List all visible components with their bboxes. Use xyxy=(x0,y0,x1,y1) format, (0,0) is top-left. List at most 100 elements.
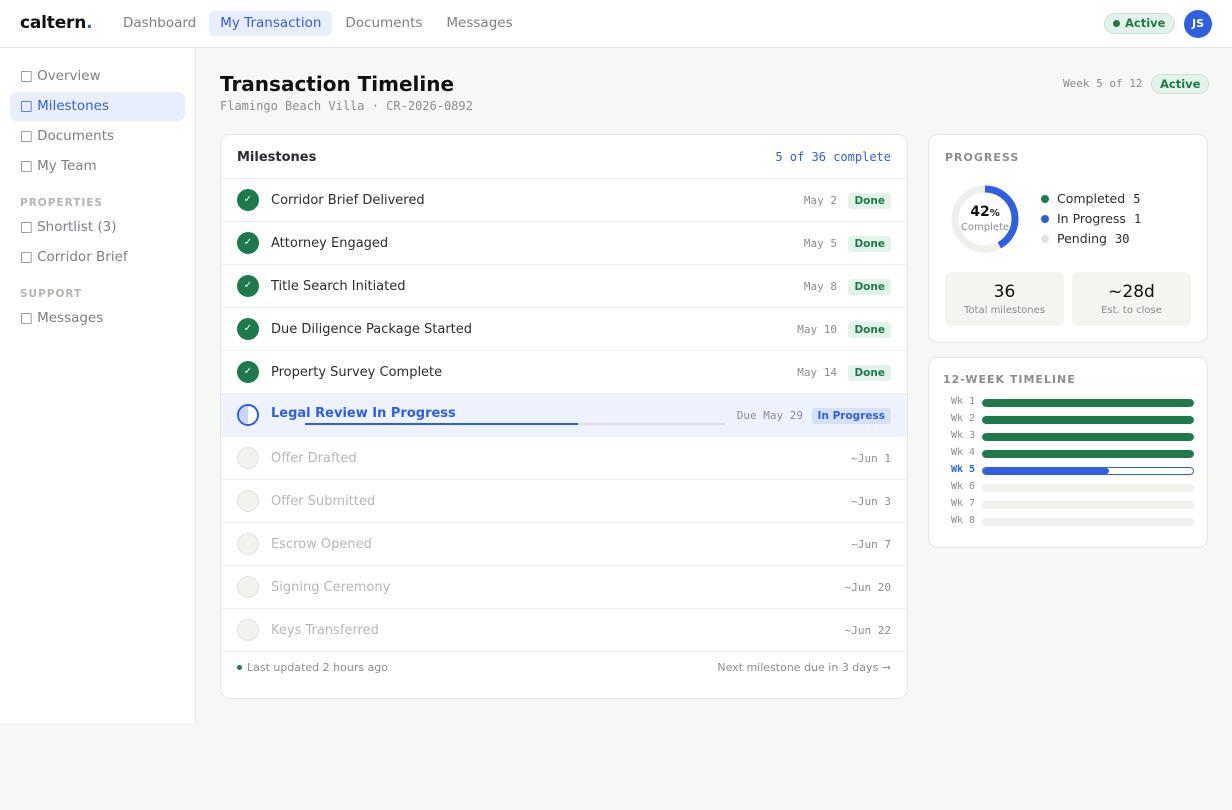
milestone-row-current[interactable]: Legal Review In Progress Due May 29 In P… xyxy=(221,394,907,437)
sidebar-heading-support: SUPPORT xyxy=(20,288,83,300)
page-title: Transaction Timeline xyxy=(220,72,455,96)
legend-value: 30 xyxy=(1114,231,1130,246)
next-milestone-link[interactable]: Next milestone due in 3 days → xyxy=(717,661,891,674)
in-progress-icon xyxy=(237,404,259,426)
week-label: Wk 8 xyxy=(951,515,976,526)
sidebar: □ Overview □ Milestones □ Documents □ My… xyxy=(0,48,196,723)
overview-icon: □ xyxy=(20,68,33,84)
stat-total-milestones: 36 Total milestones xyxy=(945,272,1064,326)
milestone-label: Title Search Initiated xyxy=(271,279,406,294)
legend-value: 1 xyxy=(1133,211,1142,226)
user-avatar[interactable]: JS xyxy=(1184,10,1212,38)
milestone-row[interactable]: ✓ Title Search Initiated May 8 Done xyxy=(221,265,907,308)
milestone-row[interactable]: ✓ Due Diligence Package Started May 10 D… xyxy=(221,308,907,351)
milestone-row[interactable]: Keys Transferred ~Jun 22 xyxy=(221,609,907,652)
milestones-header: Milestones 5 of 36 complete xyxy=(221,135,907,179)
nav-my-transaction[interactable]: My Transaction xyxy=(209,11,333,36)
milestone-label: Due Diligence Package Started xyxy=(271,322,473,337)
milestone-row[interactable]: ✓ Attorney Engaged May 5 Done xyxy=(221,222,907,265)
milestone-date: May 2 xyxy=(803,194,837,207)
stat-value: 36 xyxy=(993,282,1016,302)
in-progress-dot-icon xyxy=(1041,214,1049,223)
app-logo[interactable]: caltern. xyxy=(20,13,93,33)
legend-in-progress: In Progress 1 xyxy=(1041,211,1141,226)
sidebar-item-milestones[interactable]: □ Milestones xyxy=(10,92,185,121)
milestone-progress-bar xyxy=(305,423,725,425)
live-dot-icon xyxy=(237,665,242,670)
sidebar-item-messages[interactable]: □ Messages xyxy=(10,304,185,333)
milestone-row[interactable]: Escrow Opened ~Jun 7 xyxy=(221,523,907,566)
status-badge: Done xyxy=(848,365,891,381)
pending-circle-icon xyxy=(237,576,259,598)
sidebar-item-label: Shortlist (3) xyxy=(37,219,117,235)
week-bar-fill xyxy=(982,416,1194,424)
milestone-label: Legal Review In Progress xyxy=(271,406,456,421)
milestone-label: Signing Ceremony xyxy=(271,580,391,595)
status-dot-icon xyxy=(1113,20,1120,27)
pending-dot-icon xyxy=(1041,234,1049,243)
stat-value: ~28d xyxy=(1108,282,1155,302)
milestone-date: May 10 xyxy=(797,323,837,336)
status-badge: In Progress xyxy=(811,408,891,424)
milestone-date: ~Jun 1 xyxy=(851,452,891,465)
status-badge: Done xyxy=(848,279,891,295)
pending-circle-icon xyxy=(237,447,259,469)
sidebar-item-my-team[interactable]: □ My Team xyxy=(10,152,185,181)
status-badge: Done xyxy=(848,236,891,252)
legend-label: In Progress xyxy=(1057,211,1126,226)
stat-est-close: ~28d Est. to close xyxy=(1072,272,1191,326)
sidebar-item-shortlist[interactable]: □ Shortlist (3) xyxy=(10,213,185,242)
week-bar-current xyxy=(982,467,1194,475)
week-bar xyxy=(982,501,1194,509)
week-label: Week 5 of 12 xyxy=(1063,77,1143,90)
milestones-icon: □ xyxy=(20,98,33,114)
stat-label: Est. to close xyxy=(1101,305,1162,316)
milestone-progress-fill xyxy=(305,423,578,425)
main-nav: Dashboard My Transaction Documents Messa… xyxy=(112,11,524,36)
week-label: Wk 6 xyxy=(951,481,976,492)
progress-heading: PROGRESS xyxy=(945,151,1020,164)
week-bar-fill xyxy=(982,399,1194,407)
check-icon: ✓ xyxy=(237,275,259,297)
sidebar-item-label: Overview xyxy=(37,68,101,84)
week-bar-fill xyxy=(982,450,1194,458)
nav-messages[interactable]: Messages xyxy=(435,11,523,36)
brief-icon: □ xyxy=(20,249,33,265)
documents-icon: □ xyxy=(20,128,33,144)
milestone-row[interactable]: ✓ Property Survey Complete May 14 Done xyxy=(221,351,907,394)
milestone-date: ~Jun 22 xyxy=(844,624,891,637)
milestones-card: Milestones 5 of 36 complete ✓ Corridor B… xyxy=(220,134,908,699)
week-bar xyxy=(982,399,1194,407)
milestone-row[interactable]: ✓ Corridor Brief Delivered May 2 Done xyxy=(221,179,907,222)
check-icon: ✓ xyxy=(237,318,259,340)
milestone-row[interactable]: Offer Drafted ~Jun 1 xyxy=(221,437,907,480)
status-badge: Done xyxy=(848,322,891,338)
pending-circle-icon xyxy=(237,619,259,641)
sidebar-item-documents[interactable]: □ Documents xyxy=(10,122,185,151)
progress-percent: 42% xyxy=(949,204,1021,220)
logo-dot: . xyxy=(86,13,93,33)
logo-text: caltern xyxy=(20,13,87,33)
completed-dot-icon xyxy=(1041,194,1049,203)
milestone-label: Corridor Brief Delivered xyxy=(271,193,425,208)
nav-documents[interactable]: Documents xyxy=(334,11,433,36)
page-subtitle: Flamingo Beach Villa · CR-2026-0892 xyxy=(220,99,473,113)
milestone-date: May 14 xyxy=(797,366,837,379)
legend-value: 5 xyxy=(1133,191,1141,206)
timeline-card: 12-WEEK TIMELINE Wk 1 Wk 2 Wk 3 Wk 4 Wk … xyxy=(928,357,1208,548)
team-icon: □ xyxy=(20,158,33,174)
status-badge-label: Active xyxy=(1125,16,1166,30)
week-label-current: Wk 5 xyxy=(951,464,976,475)
milestone-date: ~Jun 3 xyxy=(851,495,891,508)
legend-pending: Pending 30 xyxy=(1041,231,1129,246)
legend-label: Pending xyxy=(1057,231,1107,246)
sidebar-item-overview[interactable]: □ Overview xyxy=(10,62,185,91)
sidebar-item-corridor-brief[interactable]: □ Corridor Brief xyxy=(10,243,185,272)
last-updated-text: Last updated 2 hours ago xyxy=(247,661,389,674)
shortlist-icon: □ xyxy=(20,219,33,235)
milestone-row[interactable]: Offer Submitted ~Jun 3 xyxy=(221,480,907,523)
milestone-date: ~Jun 20 xyxy=(844,581,891,594)
milestone-row[interactable]: Signing Ceremony ~Jun 20 xyxy=(221,566,907,609)
sidebar-item-label: Corridor Brief xyxy=(37,249,128,265)
nav-dashboard[interactable]: Dashboard xyxy=(112,11,207,36)
